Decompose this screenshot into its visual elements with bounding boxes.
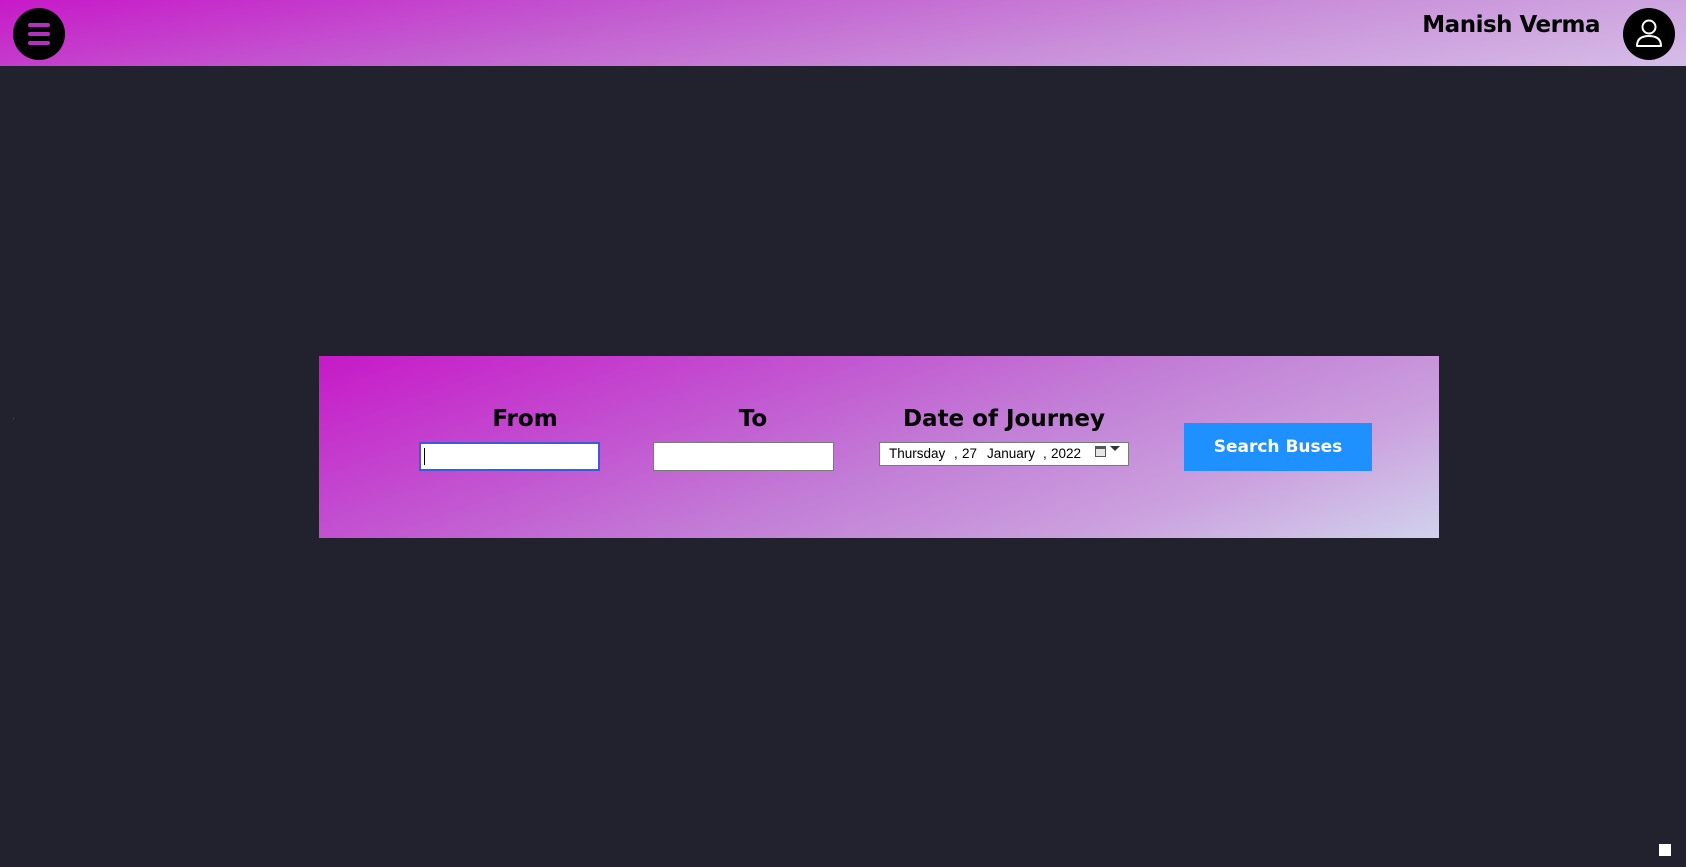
date-separator: , [954, 446, 958, 461]
date-of-journey-label: Date of Journey [902, 406, 1106, 432]
date-month[interactable]: January [987, 446, 1035, 461]
search-panel: From To Date of Journey Thursday , 27 Ja… [319, 356, 1439, 538]
date-day[interactable]: 27 [962, 446, 977, 461]
date-separator: , [1043, 446, 1047, 461]
date-of-journey-picker[interactable]: Thursday , 27 January , 2022 [879, 442, 1129, 466]
menu-button[interactable] [13, 8, 65, 60]
to-label: To [738, 406, 768, 432]
profile-button[interactable] [1623, 8, 1675, 60]
top-bar: Manish Verma [0, 0, 1686, 66]
hamburger-menu-icon-bar [28, 41, 50, 45]
date-weekday[interactable]: Thursday [889, 446, 945, 461]
user-name: Manish Verma [1422, 12, 1600, 38]
date-year[interactable]: 2022 [1051, 446, 1081, 461]
stray-pixel [13, 418, 14, 419]
calendar-icon[interactable] [1095, 446, 1106, 457]
hamburger-menu-icon-bar [28, 32, 50, 36]
from-label: From [492, 406, 558, 432]
from-input[interactable] [419, 442, 600, 471]
chevron-down-icon[interactable] [1110, 446, 1120, 451]
resize-grip[interactable] [1659, 844, 1671, 856]
text-caret [424, 448, 425, 465]
user-icon [1636, 19, 1662, 47]
search-buses-button[interactable]: Search Buses [1184, 423, 1372, 471]
hamburger-menu-icon [28, 23, 50, 27]
to-input[interactable] [653, 442, 834, 471]
